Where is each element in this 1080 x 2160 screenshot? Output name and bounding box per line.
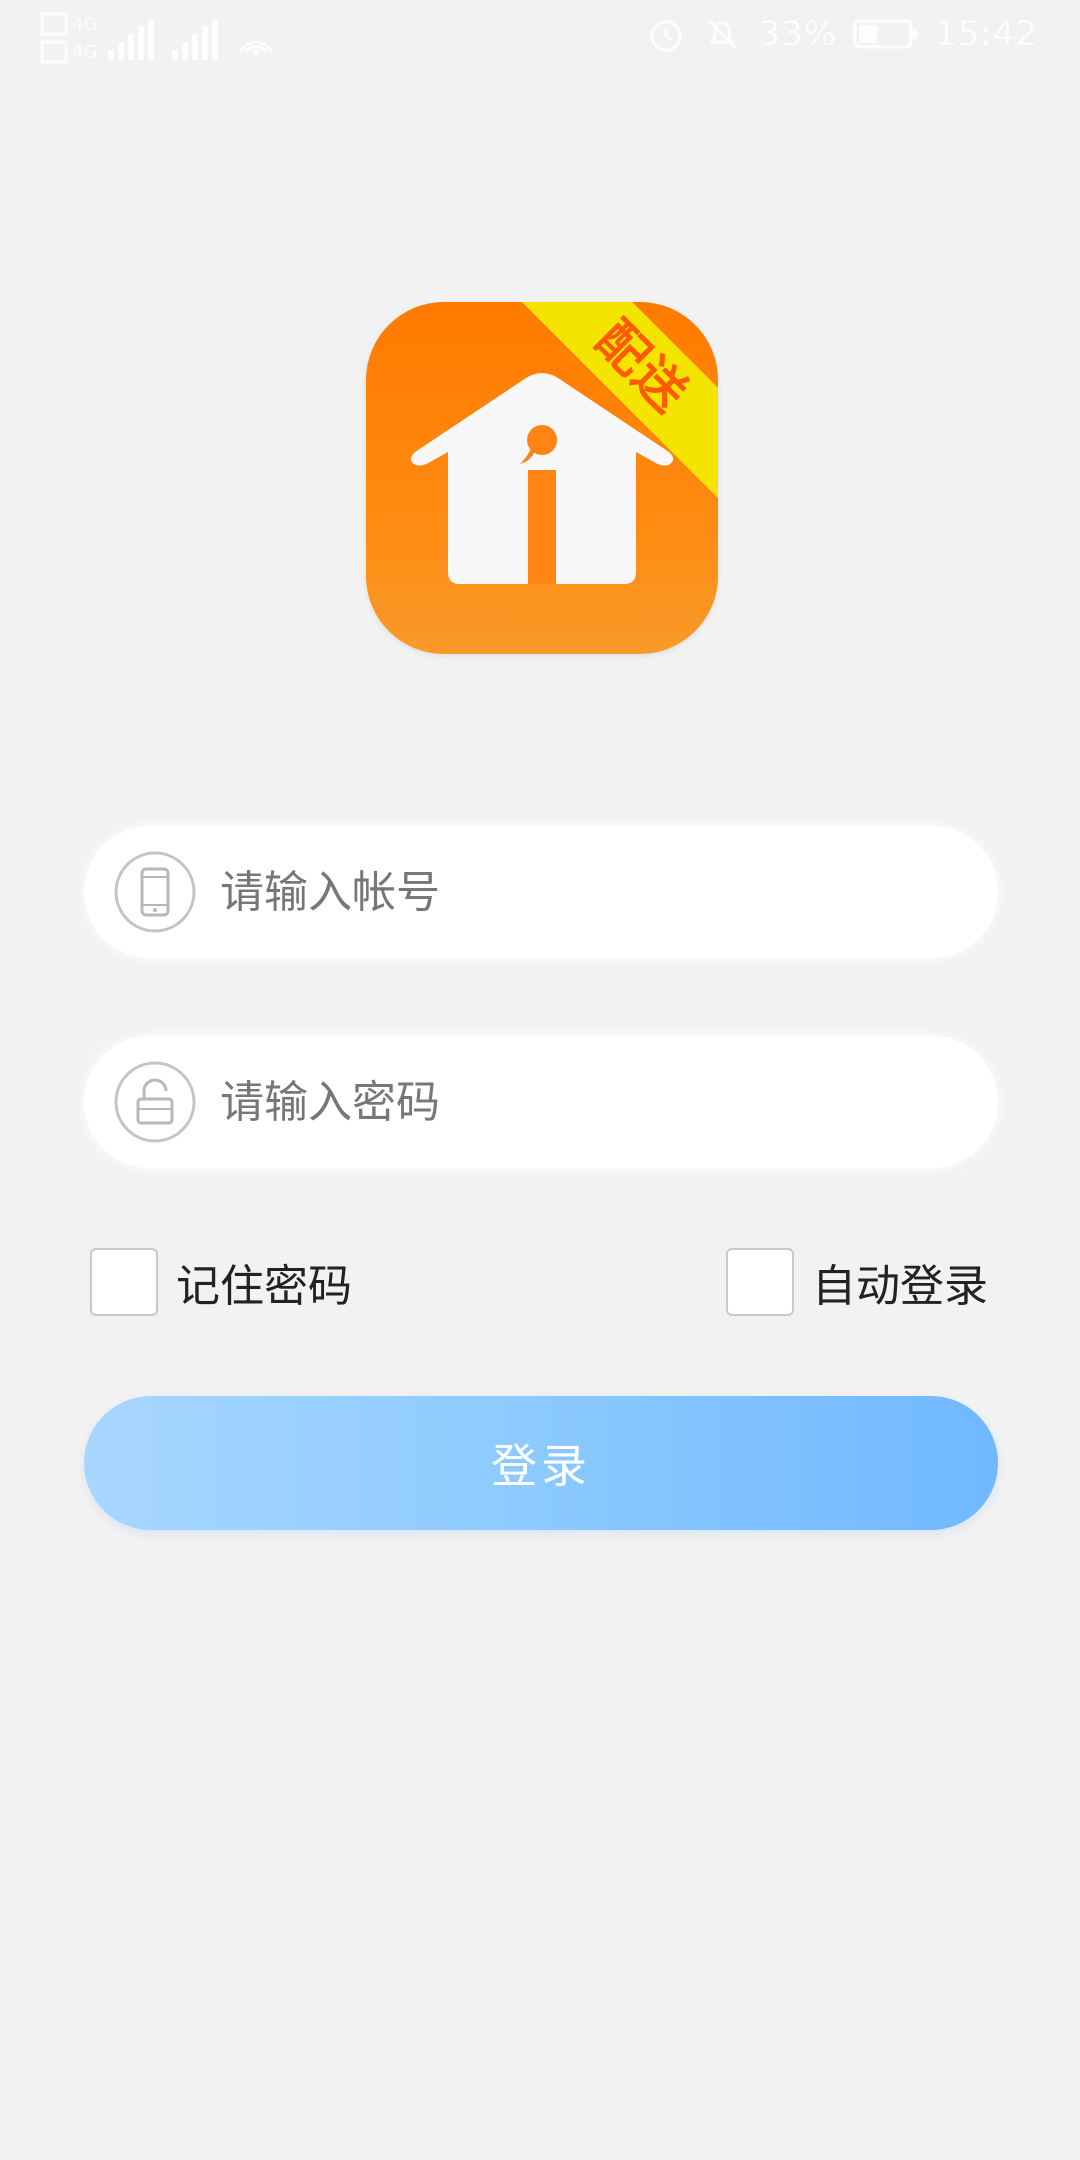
remember-password-option[interactable]: 记住密码 [90,1248,352,1316]
signal-icon [108,20,154,60]
password-field[interactable] [84,1036,998,1168]
phone-icon [114,851,196,933]
alarm-icon [650,20,682,52]
status-left-icons: 4G 4G [40,10,278,70]
battery-percent: 33% [758,14,838,54]
svg-text:4G: 4G [72,42,96,63]
account-input[interactable] [220,847,940,937]
account-field[interactable] [84,826,998,958]
status-right-icons: 33% 15:42 [646,14,1038,54]
lock-icon [114,1061,196,1143]
remember-password-checkbox[interactable] [90,1248,158,1316]
status-bar: 4G 4G 33% 15:42 [0,0,1080,72]
login-button[interactable]: 登录 [84,1396,998,1530]
auto-login-checkbox[interactable] [726,1248,794,1316]
signal-icon-2 [172,20,218,60]
clock: 15:42 [935,14,1038,54]
battery-icon [853,19,918,49]
sim-card-icon: 4G 4G [40,12,96,64]
app-logo: 配送 [366,302,718,654]
password-input[interactable] [220,1057,940,1147]
svg-text:4G: 4G [72,14,96,35]
mute-bell-icon [707,18,738,50]
auto-login-label: 自动登录 [812,1261,988,1312]
hotspot-icon [238,40,274,55]
remember-password-label: 记住密码 [176,1261,352,1312]
auto-login-option[interactable]: 自动登录 [726,1248,988,1316]
